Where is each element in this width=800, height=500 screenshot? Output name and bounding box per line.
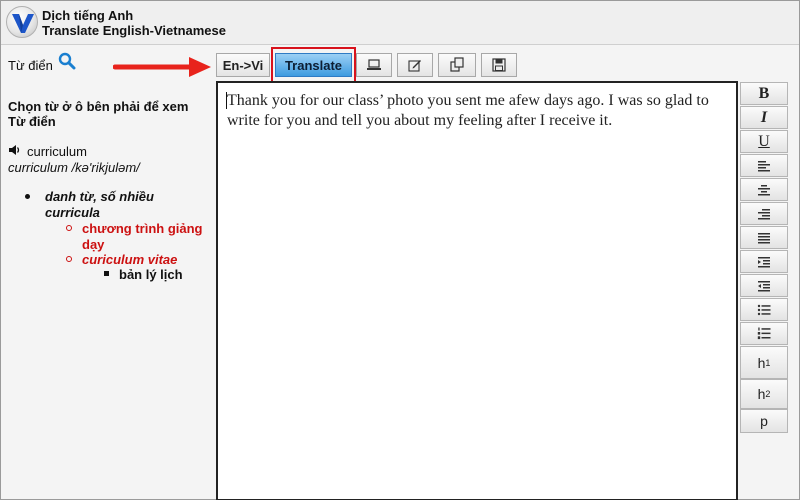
copy-icon xyxy=(450,57,464,72)
dictionary-panel: Chọn từ ở ô bên phải để xem Từ điển curr… xyxy=(1,83,213,499)
translate-highlight-box xyxy=(271,47,356,83)
underline-button[interactable]: U xyxy=(740,130,788,153)
paragraph-button[interactable]: p xyxy=(740,409,788,433)
save-button[interactable] xyxy=(481,53,517,77)
edit-button[interactable] xyxy=(397,53,433,77)
bullet-square xyxy=(104,271,109,276)
heading1-button[interactable]: h1 xyxy=(740,346,788,379)
dictionary-word: curriculum xyxy=(8,144,87,159)
word-text: curriculum xyxy=(27,144,87,159)
app-title-line2: Translate English-Vietnamese xyxy=(42,23,226,38)
outdent-button[interactable] xyxy=(740,274,788,297)
italic-button[interactable]: I xyxy=(740,106,788,129)
indent-button[interactable] xyxy=(740,250,788,273)
edit-icon xyxy=(408,60,421,72)
align-center-icon xyxy=(758,184,770,195)
meaning-item: chương trình giảng dạy xyxy=(82,221,203,252)
bullet-circle xyxy=(66,256,72,262)
app-title: Dịch tiếng Anh Translate English-Vietnam… xyxy=(42,8,226,38)
plural-form: curricula xyxy=(45,205,100,220)
app-header: Dịch tiếng Anh Translate English-Vietnam… xyxy=(1,1,799,45)
align-left-button[interactable] xyxy=(740,154,788,177)
heading2-sup: 2 xyxy=(765,389,771,399)
sub-meaning-item: bản lý lịch xyxy=(119,267,183,282)
dictionary-prompt: Chọn từ ở ô bên phải để xem Từ điển xyxy=(8,99,189,129)
app-title-line1: Dịch tiếng Anh xyxy=(42,8,134,23)
app-window: Dịch tiếng Anh Translate English-Vietnam… xyxy=(0,0,800,500)
numbered-list-icon xyxy=(757,327,771,340)
bullet-list-icon xyxy=(757,304,771,315)
meaning-item: curiculum vitae xyxy=(82,252,178,267)
align-right-icon xyxy=(758,208,770,219)
laptop-icon xyxy=(367,59,381,70)
bold-button[interactable]: B xyxy=(740,82,788,105)
align-justify-button[interactable] xyxy=(740,226,788,249)
direction-button[interactable]: En->Vi xyxy=(216,53,270,77)
text-editor[interactable]: Thank you for our class’ photo you sent … xyxy=(216,81,738,500)
editor-text[interactable]: Thank you for our class’ photo you sent … xyxy=(227,91,732,130)
numbered-list-button[interactable] xyxy=(740,322,788,345)
heading1-label: h xyxy=(757,354,766,371)
align-left-icon xyxy=(758,160,770,171)
heading1-sup: 1 xyxy=(765,357,771,368)
v-logo-icon xyxy=(12,14,34,33)
outdent-icon xyxy=(758,280,770,291)
bullet-disc xyxy=(25,194,30,199)
heading2-label: h xyxy=(757,386,766,402)
part-of-speech: danh từ, số nhiều xyxy=(45,189,154,204)
align-center-button[interactable] xyxy=(740,178,788,201)
indent-icon xyxy=(758,256,770,267)
bullet-list-button[interactable] xyxy=(740,298,788,321)
heading2-button[interactable]: h2 xyxy=(740,379,788,409)
search-icon[interactable] xyxy=(58,52,76,75)
speaker-icon[interactable] xyxy=(8,144,21,159)
dictionary-label: Từ điển xyxy=(8,58,53,73)
bullet-circle xyxy=(66,225,72,231)
arrow-annotation-icon xyxy=(113,57,211,77)
app-logo xyxy=(6,6,38,38)
copy-button[interactable] xyxy=(438,53,476,77)
word-pronunciation: curriculum /kə'rikjuləm/ xyxy=(8,160,140,175)
laptop-button[interactable] xyxy=(356,53,392,77)
save-icon xyxy=(492,58,506,72)
align-right-button[interactable] xyxy=(740,202,788,225)
align-justify-icon xyxy=(758,232,770,243)
